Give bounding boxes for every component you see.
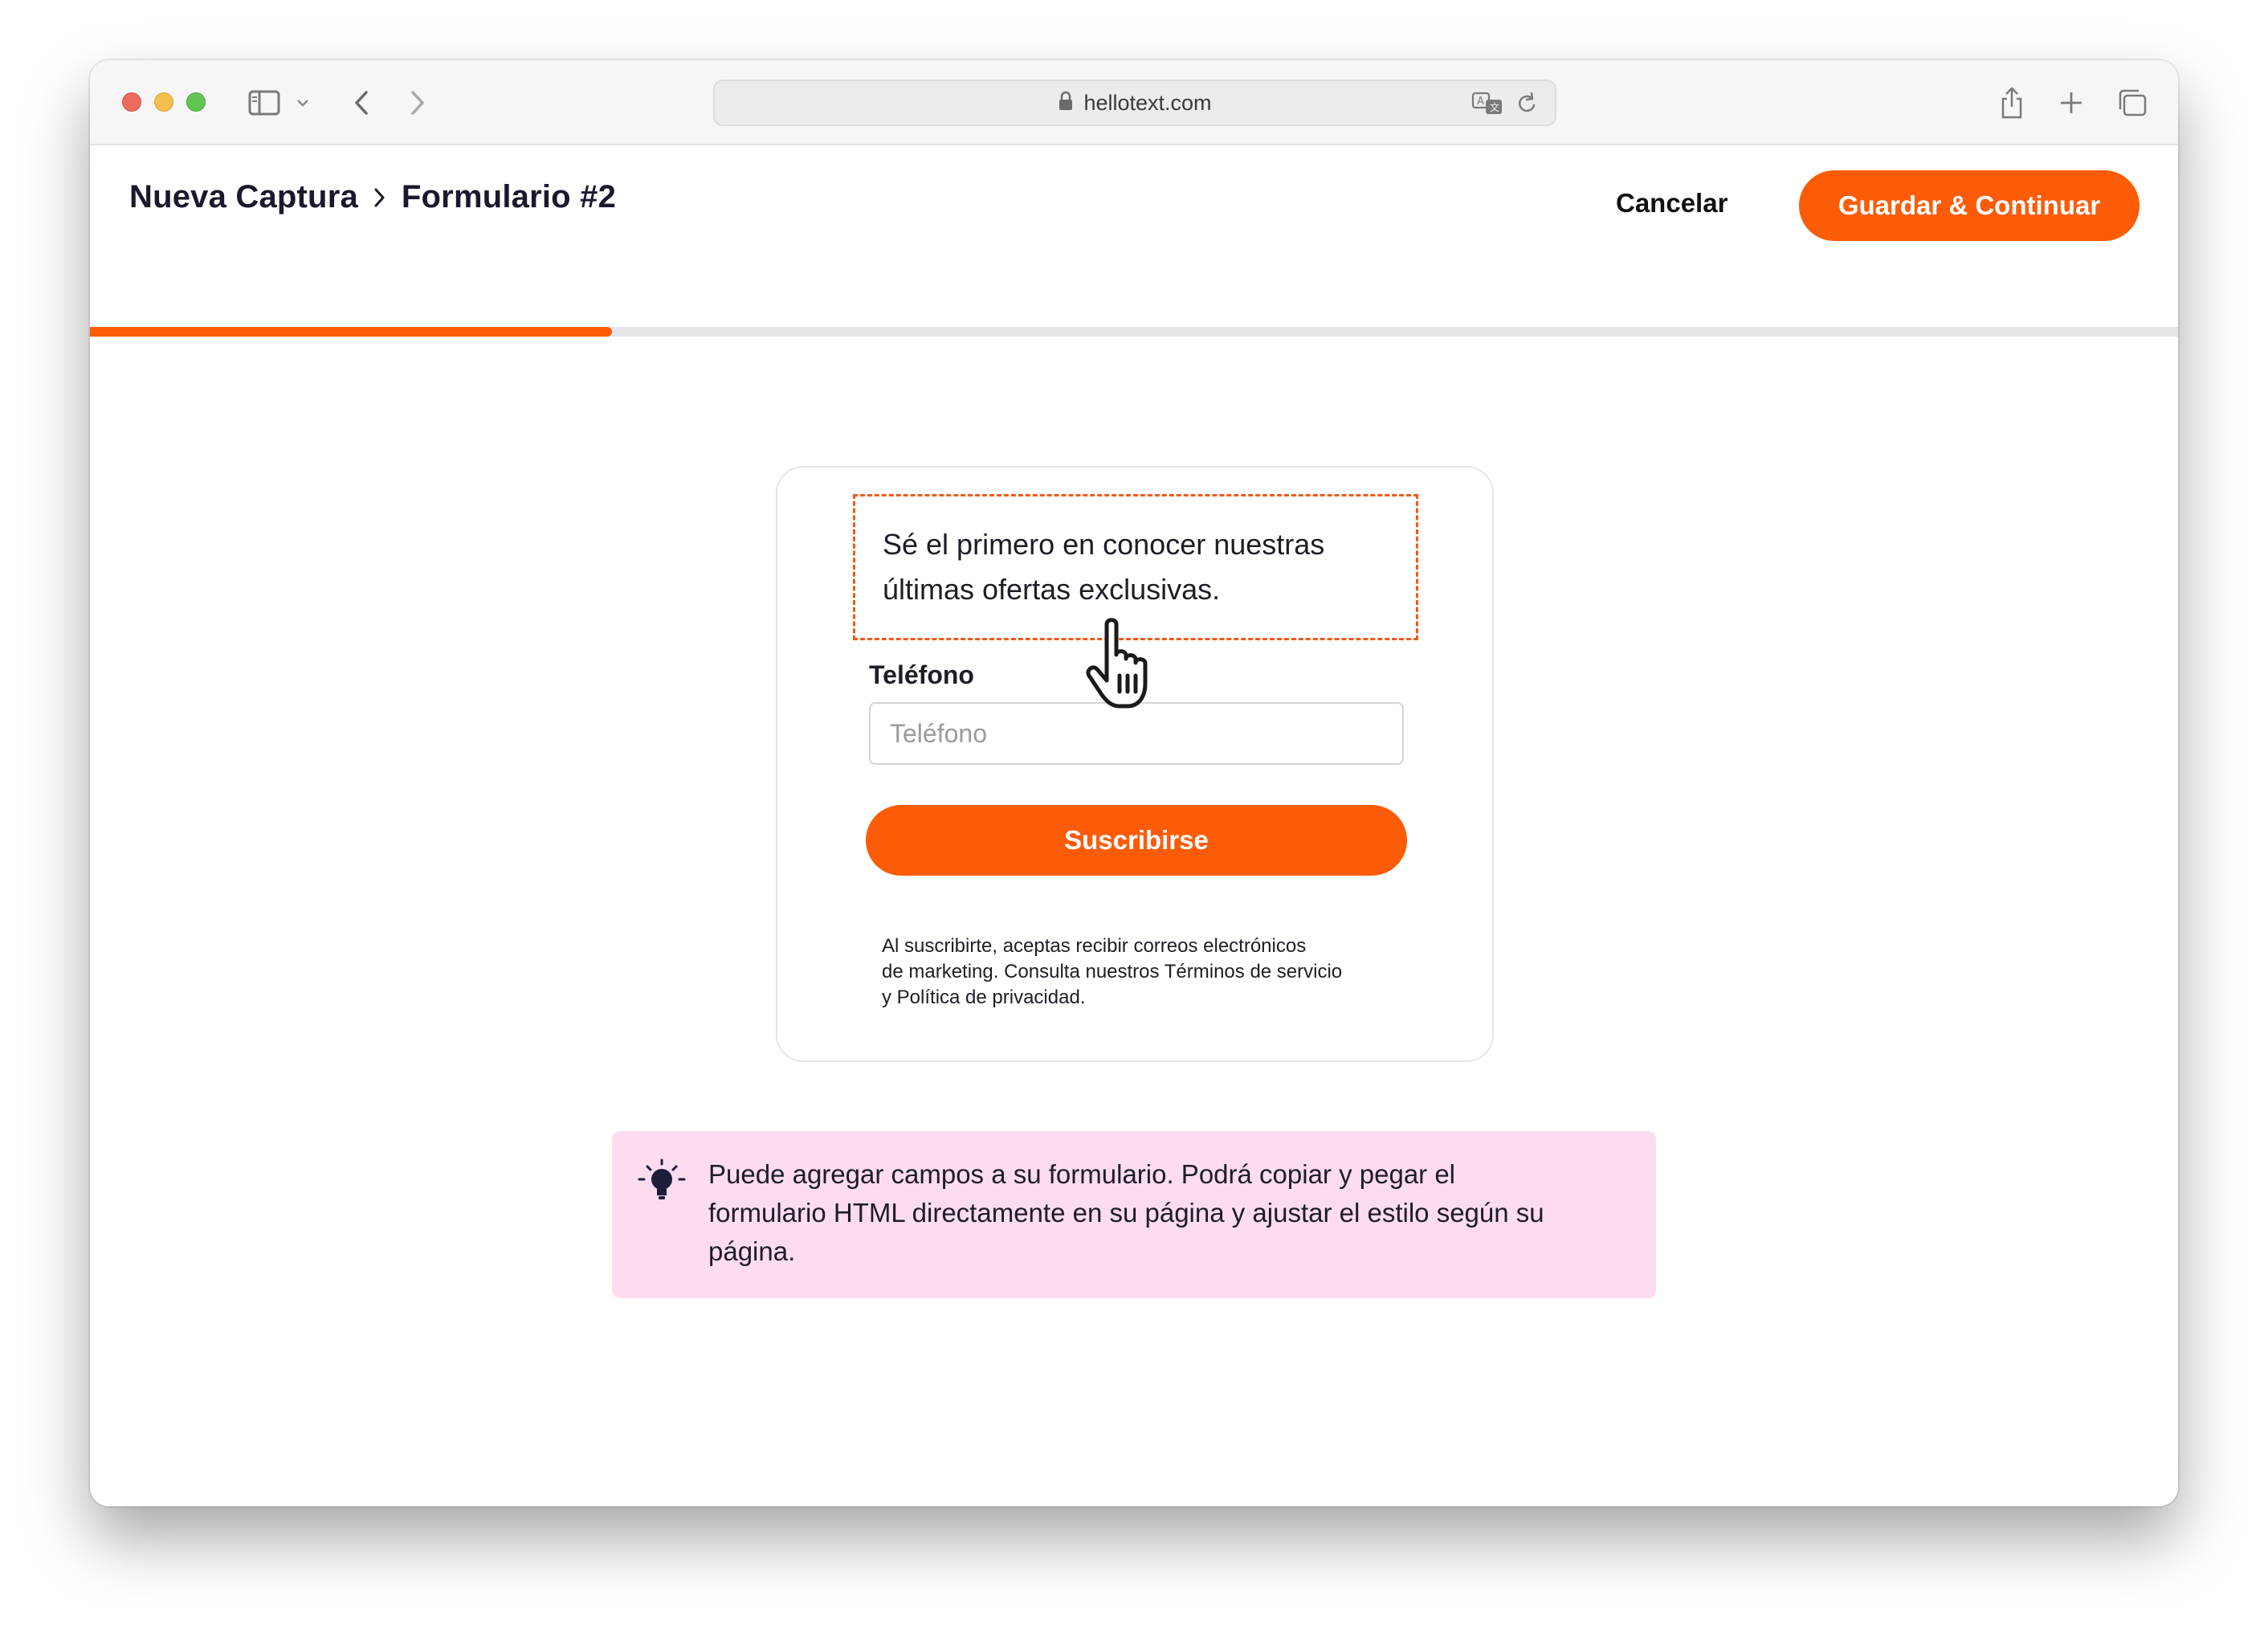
tab-overview-icon[interactable] bbox=[2114, 84, 2151, 121]
breadcrumb-item-nueva-captura[interactable]: Nueva Captura bbox=[129, 179, 358, 215]
page-content: Nueva Captura Formulario #2 Cancelar Gua… bbox=[90, 145, 2178, 1506]
forward-arrow-icon[interactable] bbox=[402, 84, 434, 121]
chevron-right-icon bbox=[373, 186, 387, 210]
form-heading-line-1: Sé el primero en conocer nuestras bbox=[883, 528, 1325, 561]
legal-line-3: y Política de privacidad. bbox=[882, 987, 1086, 1008]
save-continue-button[interactable]: Guardar & Continuar bbox=[1799, 170, 2140, 241]
form-preview-card: Sé el primero en conocer nuestras última… bbox=[776, 466, 1494, 1062]
legal-line-2: de marketing. Consulta nuestros Términos… bbox=[882, 961, 1343, 983]
phone-field-label: Teléfono bbox=[869, 660, 974, 689]
progress-bar bbox=[90, 327, 2178, 337]
browser-window: hellotext.com A文 Nueva Captura Formulari… bbox=[90, 60, 2178, 1506]
reload-icon[interactable] bbox=[1515, 91, 1539, 121]
svg-text:A: A bbox=[1477, 96, 1484, 108]
sidebar-toggle-icon[interactable] bbox=[244, 84, 284, 121]
subscribe-button[interactable]: Suscribirse bbox=[866, 805, 1407, 876]
svg-text:文: 文 bbox=[1490, 101, 1499, 113]
lock-icon bbox=[1058, 91, 1074, 116]
info-tip-box: Puede agregar campos a su formulario. Po… bbox=[612, 1131, 1656, 1298]
tip-line-3: página. bbox=[708, 1236, 796, 1266]
tip-line-1: Puede agregar campos a su formulario. Po… bbox=[708, 1159, 1456, 1189]
hand-cursor-icon bbox=[1083, 616, 1163, 717]
zoom-window-button[interactable] bbox=[186, 92, 206, 112]
tip-line-2: formulario HTML directamente en su págin… bbox=[708, 1198, 1544, 1228]
new-tab-icon[interactable] bbox=[2053, 84, 2090, 121]
browser-toolbar: hellotext.com A文 bbox=[90, 60, 2178, 145]
lightbulb-icon bbox=[636, 1158, 687, 1211]
close-window-button[interactable] bbox=[122, 92, 141, 112]
cancel-button[interactable]: Cancelar bbox=[1616, 179, 1728, 227]
translate-icon[interactable]: A文 bbox=[1471, 91, 1503, 121]
url-text: hellotext.com bbox=[1083, 90, 1212, 115]
breadcrumb-item-current: Formulario #2 bbox=[401, 179, 617, 214]
address-bar[interactable]: hellotext.com A文 bbox=[713, 80, 1556, 126]
legal-line-1: Al suscribirte, aceptas recibir correos … bbox=[882, 935, 1307, 957]
share-icon[interactable] bbox=[1993, 84, 2030, 121]
progress-bar-fill bbox=[90, 327, 612, 337]
form-heading-line-2: últimas ofertas exclusivas. bbox=[883, 573, 1221, 606]
tip-text: Puede agregar campos a su formulario. Po… bbox=[708, 1155, 1616, 1271]
back-arrow-icon[interactable] bbox=[345, 84, 377, 121]
breadcrumb: Nueva Captura Formulario #2 bbox=[129, 179, 616, 215]
minimize-window-button[interactable] bbox=[154, 92, 173, 112]
chevron-down-icon[interactable] bbox=[291, 84, 315, 121]
legal-disclaimer: Al suscribirte, aceptas recibir correos … bbox=[882, 934, 1412, 1011]
